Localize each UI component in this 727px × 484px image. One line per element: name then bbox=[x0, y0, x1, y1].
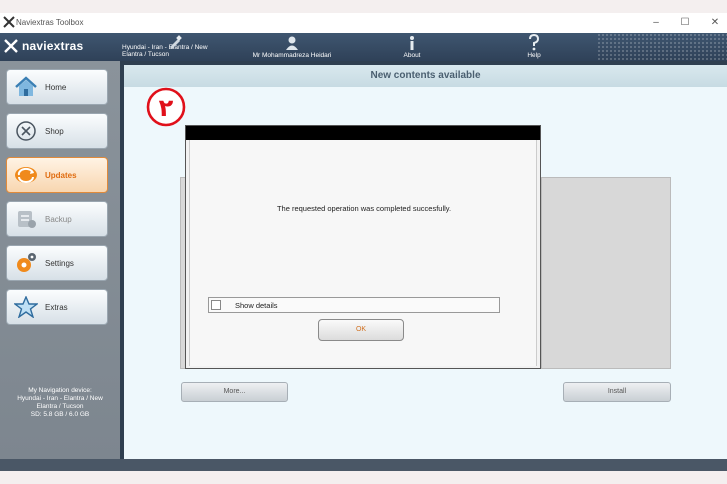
info-icon bbox=[410, 36, 414, 50]
header-about-label: About bbox=[403, 52, 421, 59]
header-user-name: Mr Mohammadreza Heidari bbox=[252, 52, 332, 59]
dialog-message: The requested operation was completed su… bbox=[276, 204, 452, 213]
ok-button[interactable]: OK bbox=[318, 319, 404, 341]
sidebar: Home Shop Updates Backup Settings Extras… bbox=[0, 61, 120, 459]
install-button[interactable]: Install bbox=[563, 382, 671, 402]
app-header: naviextras Hyundai - Iran - Elantra / Ne… bbox=[0, 33, 727, 61]
completion-dialog: The requested operation was completed su… bbox=[185, 125, 541, 369]
sidebar-item-backup[interactable]: Backup bbox=[6, 201, 108, 237]
star-icon bbox=[13, 294, 39, 320]
naviextras-logo: naviextras bbox=[4, 39, 83, 53]
shop-icon bbox=[13, 118, 39, 144]
badge-text: ۲ bbox=[159, 94, 174, 122]
header-user[interactable]: Mr Mohammadreza Heidari bbox=[240, 35, 344, 59]
updates-icon bbox=[13, 162, 39, 188]
show-details-label: Show details bbox=[235, 300, 278, 310]
content-details-panel bbox=[541, 177, 671, 369]
sidebar-item-label: Settings bbox=[45, 258, 74, 268]
show-details-checkbox[interactable] bbox=[211, 300, 221, 310]
device-info-line1: My Navigation device: bbox=[28, 387, 92, 394]
sidebar-item-label: Extras bbox=[45, 302, 68, 312]
help-question-icon bbox=[529, 34, 540, 51]
logo-x-icon bbox=[4, 39, 18, 53]
show-details-row[interactable]: Show details bbox=[208, 297, 500, 313]
sidebar-item-settings[interactable]: Settings bbox=[6, 245, 108, 281]
title-bar: Naviextras Toolbox – ☐ ✕ bbox=[0, 13, 727, 33]
device-info-line2: Hyundai - Iran - Elantra / New bbox=[17, 395, 103, 402]
device-info-line4: SD: 5.8 GB / 6.0 GB bbox=[30, 411, 90, 418]
more-button[interactable]: More... bbox=[181, 382, 288, 402]
header-about[interactable]: About bbox=[394, 35, 430, 59]
backup-icon bbox=[13, 206, 39, 232]
status-bar bbox=[0, 459, 727, 471]
close-button[interactable]: ✕ bbox=[705, 16, 725, 30]
logo-text: naviextras bbox=[22, 39, 84, 53]
sidebar-item-extras[interactable]: Extras bbox=[6, 289, 108, 325]
minimize-button[interactable]: – bbox=[646, 16, 666, 30]
user-icon bbox=[286, 36, 298, 50]
maximize-button[interactable]: ☐ bbox=[675, 16, 695, 30]
sidebar-item-label: Shop bbox=[45, 126, 64, 136]
sidebar-item-shop[interactable]: Shop bbox=[6, 113, 108, 149]
house-icon bbox=[13, 74, 39, 100]
window-title: Naviextras Toolbox bbox=[16, 18, 84, 27]
step-number-badge: ۲ bbox=[146, 87, 186, 127]
sidebar-item-home[interactable]: Home bbox=[6, 69, 108, 105]
header-device-selector[interactable]: Hyundai - Iran - Elantra / New Elantra /… bbox=[122, 35, 232, 58]
navigation-device-info: My Navigation device: Hyundai - Iran - E… bbox=[0, 387, 120, 419]
sidebar-item-label: Home bbox=[45, 82, 67, 92]
sidebar-item-label: Updates bbox=[45, 170, 77, 180]
naviextras-app-icon bbox=[3, 16, 15, 28]
content-title: New contents available bbox=[124, 65, 727, 87]
dialog-title-bar bbox=[186, 126, 540, 140]
sidebar-item-updates[interactable]: Updates bbox=[6, 157, 108, 193]
device-info-line3: Elantra / Tucson bbox=[36, 403, 84, 410]
device-pen-icon bbox=[170, 35, 182, 49]
gear-icon bbox=[13, 250, 39, 276]
header-help[interactable]: Help bbox=[518, 34, 550, 59]
header-device-line2: Elantra / Tucson bbox=[122, 51, 169, 58]
sidebar-item-label: Backup bbox=[45, 214, 72, 224]
header-help-label: Help bbox=[527, 52, 541, 59]
header-pattern bbox=[597, 33, 727, 61]
